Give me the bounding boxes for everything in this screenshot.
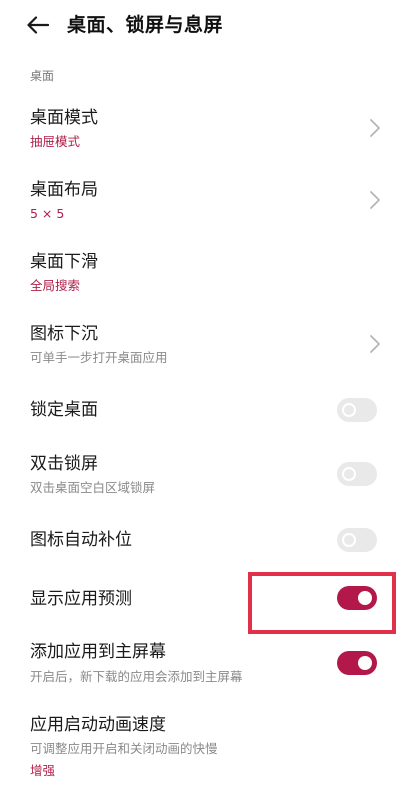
- setting-title: 应用启动动画速度: [30, 715, 166, 735]
- setting-description: 开启后，新下载的应用会添加到主屏幕: [30, 669, 243, 684]
- setting-title: 双击锁屏: [30, 454, 98, 474]
- setting-value: 增强: [30, 763, 56, 778]
- toggle-knob: [342, 403, 356, 417]
- setting-value: 抽屉模式: [30, 134, 81, 149]
- double-tap-lock-toggle[interactable]: [337, 462, 377, 486]
- back-button[interactable]: [22, 10, 54, 40]
- add-to-home-toggle[interactable]: [337, 651, 377, 675]
- setting-value: 全局搜索: [30, 278, 81, 293]
- setting-description: 双击桌面空白区域锁屏: [30, 480, 156, 495]
- chevron-right-icon: [370, 119, 380, 137]
- toggle-knob: [358, 656, 372, 670]
- setting-description: 可调整应用开启和关闭动画的快慢: [30, 741, 218, 756]
- setting-lock-desktop: 锁定桌面: [0, 386, 419, 436]
- setting-icon-sink[interactable]: 图标下沉 可单手一步打开桌面应用: [0, 314, 419, 376]
- setting-title: 桌面下滑: [30, 252, 98, 272]
- chevron-right-icon: [370, 335, 380, 353]
- setting-value: 5 × 5: [30, 206, 65, 221]
- setting-title: 桌面布局: [30, 180, 98, 200]
- setting-title: 锁定桌面: [30, 400, 98, 420]
- page-title: 桌面、锁屏与息屏: [67, 14, 224, 36]
- toggle-knob: [342, 467, 356, 481]
- setting-title: 图标自动补位: [30, 530, 132, 550]
- arrow-left-icon: [27, 16, 49, 34]
- lock-desktop-toggle[interactable]: [337, 398, 377, 422]
- highlight-annotation-box: [248, 572, 396, 634]
- setting-desktop-layout[interactable]: 桌面布局 5 × 5: [0, 170, 419, 232]
- top-app-bar: 桌面、锁屏与息屏: [0, 0, 419, 52]
- setting-desktop-swipe-down[interactable]: 桌面下滑 全局搜索: [0, 242, 419, 304]
- toggle-knob: [342, 533, 356, 547]
- setting-title: 图标下沉: [30, 324, 98, 344]
- setting-add-to-home: 添加应用到主屏幕 开启后，新下载的应用会添加到主屏幕: [0, 638, 419, 700]
- setting-title: 桌面模式: [30, 108, 98, 128]
- setting-desktop-mode[interactable]: 桌面模式 抽屉模式: [0, 98, 419, 160]
- setting-double-tap-lock: 双击锁屏 双击桌面空白区域锁屏: [0, 444, 419, 506]
- setting-title: 显示应用预测: [30, 589, 132, 609]
- setting-title: 添加应用到主屏幕: [30, 642, 166, 662]
- setting-icon-auto-fill: 图标自动补位: [0, 516, 419, 566]
- setting-app-launch-animation[interactable]: 应用启动动画速度 可调整应用开启和关闭动画的快慢 增强: [0, 706, 419, 792]
- chevron-right-icon: [370, 191, 380, 209]
- section-header-desktop: 桌面: [30, 69, 55, 83]
- setting-description: 可单手一步打开桌面应用: [30, 350, 168, 365]
- icon-auto-fill-toggle[interactable]: [337, 528, 377, 552]
